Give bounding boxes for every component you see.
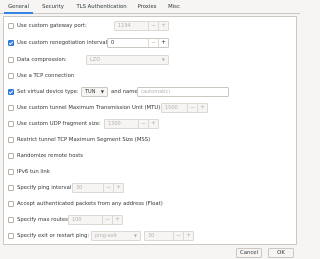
tab-tls-authentication[interactable]: TLS Authentication: [73, 0, 130, 14]
mtu-label: Use custom tunnel Maximum Transmission U…: [17, 105, 163, 111]
device-type-dropdown[interactable]: TUN ▼: [81, 87, 108, 97]
reneg-row: Use custom renegotiation interval: 0 − +: [4, 37, 298, 49]
device-type-value: TUN: [85, 89, 96, 95]
ipv6-row: IPv6 tun link: [4, 166, 298, 178]
gateway-port-checkbox[interactable]: [8, 22, 14, 29]
gateway-port-label: Use custom gateway port:: [17, 23, 87, 29]
plus-icon[interactable]: +: [112, 216, 122, 224]
float-label: Accept authenticated packets from any ad…: [17, 201, 163, 207]
exit-restart-type-value: ping-exit: [95, 233, 118, 239]
udp-fragment-row: Use custom UDP fragment size: 1300 − +: [4, 118, 298, 130]
reneg-checkbox[interactable]: [8, 39, 14, 46]
chevron-down-icon: ▼: [161, 57, 165, 62]
plus-icon[interactable]: +: [158, 22, 168, 30]
minus-icon[interactable]: −: [103, 184, 113, 192]
ping-checkbox[interactable]: [8, 184, 14, 191]
cancel-button[interactable]: Cancel: [236, 248, 262, 258]
exit-restart-spinner[interactable]: 30 − +: [144, 231, 194, 241]
gateway-port-row: Use custom gateway port: 1194 − +: [4, 20, 298, 32]
virtual-device-checkbox[interactable]: [8, 88, 14, 95]
ping-row: Specify ping interval: 30 − +: [4, 182, 298, 194]
tab-proxies[interactable]: Proxies: [134, 0, 160, 14]
tab-bar: General Security TLS Authentication Prox…: [0, 0, 300, 14]
tab-misc[interactable]: Misc: [165, 0, 183, 14]
compression-dropdown[interactable]: LZO ▼: [86, 55, 169, 65]
randomize-checkbox[interactable]: [8, 152, 14, 159]
mtu-spinner[interactable]: 1500 − +: [161, 103, 208, 113]
tab-general[interactable]: General: [4, 0, 33, 14]
chevron-down-icon: ▼: [133, 233, 137, 238]
reneg-spinner[interactable]: 0 − +: [107, 38, 169, 48]
max-routes-checkbox[interactable]: [8, 216, 14, 223]
ping-value: 30: [76, 185, 83, 191]
max-routes-value: 100: [72, 217, 82, 223]
general-options-panel: Use custom gateway port: 1194 − + Use cu…: [3, 16, 297, 245]
minus-icon[interactable]: −: [148, 22, 158, 30]
tab-security[interactable]: Security: [38, 0, 68, 14]
mss-label: Restrict tunnel TCP Maximum Segment Size…: [17, 137, 151, 143]
exit-restart-checkbox[interactable]: [8, 232, 14, 239]
compression-row: Data compression: LZO ▼: [4, 54, 298, 66]
ipv6-label: IPv6 tun link: [17, 169, 50, 175]
minus-icon[interactable]: −: [173, 232, 183, 240]
plus-icon[interactable]: +: [197, 104, 207, 112]
virtual-device-row: Set virtual device type: TUN ▼ and name:…: [4, 86, 298, 98]
gateway-port-value: 1194: [118, 23, 131, 29]
mtu-row: Use custom tunnel Maximum Transmission U…: [4, 102, 298, 114]
tcp-row: Use a TCP connection: [4, 70, 298, 82]
gateway-port-spinner[interactable]: 1194 − +: [114, 21, 169, 31]
compression-label: Data compression:: [17, 57, 67, 63]
ok-button[interactable]: OK: [268, 248, 294, 258]
randomize-row: Randomize remote hosts: [4, 150, 298, 162]
reneg-value: 0: [111, 40, 115, 46]
minus-icon[interactable]: −: [102, 216, 112, 224]
mtu-checkbox[interactable]: [8, 104, 14, 111]
device-name-label: and name:: [111, 89, 140, 95]
minus-icon[interactable]: −: [148, 39, 158, 47]
plus-icon[interactable]: +: [183, 232, 193, 240]
compression-checkbox[interactable]: [8, 56, 14, 63]
udp-fragment-checkbox[interactable]: [8, 120, 14, 127]
ipv6-checkbox[interactable]: [8, 168, 14, 175]
reneg-label: Use custom renegotiation interval:: [17, 40, 109, 46]
plus-icon[interactable]: +: [158, 39, 168, 47]
max-routes-spinner[interactable]: 100 − +: [68, 215, 123, 225]
udp-fragment-label: Use custom UDP fragment size:: [17, 121, 101, 127]
float-row: Accept authenticated packets from any ad…: [4, 198, 298, 210]
plus-icon[interactable]: +: [113, 184, 123, 192]
exit-restart-label: Specify exit or restart ping:: [17, 233, 90, 239]
ping-label: Specify ping interval:: [17, 185, 74, 191]
compression-value: LZO: [90, 57, 101, 63]
minus-icon[interactable]: −: [138, 120, 148, 128]
float-checkbox[interactable]: [8, 200, 14, 207]
randomize-label: Randomize remote hosts: [17, 153, 84, 159]
max-routes-label: Specify max routes:: [17, 217, 70, 223]
minus-icon[interactable]: −: [187, 104, 197, 112]
udp-fragment-value: 1300: [108, 121, 121, 127]
ping-spinner[interactable]: 30 − +: [72, 183, 124, 193]
tcp-checkbox[interactable]: [8, 72, 14, 79]
mtu-value: 1500: [165, 105, 178, 111]
udp-fragment-spinner[interactable]: 1300 − +: [104, 119, 159, 129]
mss-row: Restrict tunnel TCP Maximum Segment Size…: [4, 134, 298, 146]
exit-restart-dropdown[interactable]: ping-exit ▼: [91, 231, 141, 241]
max-routes-row: Specify max routes: 100 − +: [4, 214, 298, 226]
chevron-down-icon: ▼: [100, 89, 104, 94]
mss-checkbox[interactable]: [8, 136, 14, 143]
virtual-device-label: Set virtual device type:: [17, 89, 79, 95]
tcp-label: Use a TCP connection: [17, 73, 75, 79]
device-name-input[interactable]: (automatic): [137, 87, 229, 97]
plus-icon[interactable]: +: [148, 120, 158, 128]
exit-restart-value: 30: [148, 233, 155, 239]
exit-restart-row: Specify exit or restart ping: ping-exit …: [4, 230, 298, 242]
